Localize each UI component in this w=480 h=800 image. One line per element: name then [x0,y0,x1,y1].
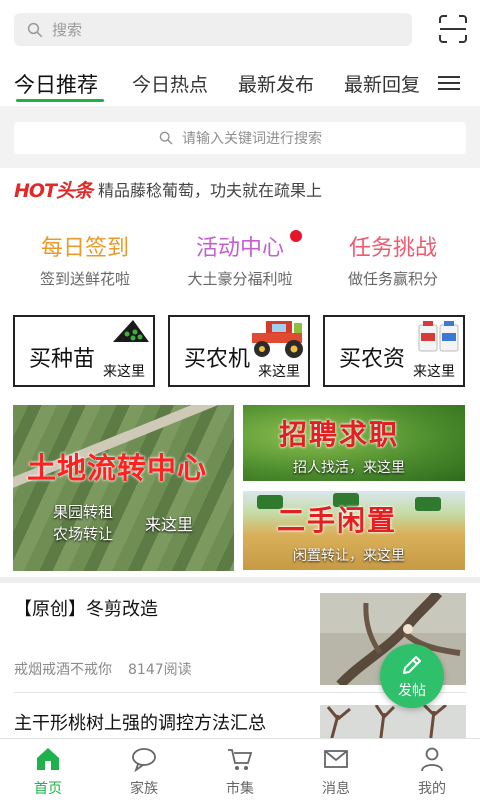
job-banner[interactable]: 招聘求职 招人找活，来这里 [243,405,465,481]
bottom-nav: 首页 家族 市集 消息 我的 [0,738,480,800]
buy-supplies-card[interactable]: 买农资 来这里 [323,315,465,387]
notification-dot [290,230,302,242]
feature-daily-checkin[interactable]: 每日签到 签到送鲜花啦 [10,230,160,289]
feature-title: 每日签到 [40,236,129,261]
banner-cta: 来这里 [145,515,194,534]
fab-label: 发帖 [398,683,426,699]
banner-title: 招聘求职 [279,418,400,451]
card-title: 买种苗 [29,347,96,372]
hot-headline[interactable]: HOT头条 精品藤稔葡萄，功夫就在疏果上 [14,176,322,202]
nav-label: 市集 [226,781,254,797]
seedling-icon [113,320,149,342]
nav-label: 家族 [130,781,158,797]
banner-subtitle: 招人找活，来这里 [293,460,405,476]
nav-label: 首页 [34,781,62,797]
feature-task-challenge[interactable]: 任务挑战 做任务赢积分 [318,230,468,289]
nav-mine[interactable]: 我的 [384,739,480,800]
tractor-icon [252,321,303,358]
active-tab-indicator [16,99,104,102]
tab-latest-reply[interactable]: 最新回复 [344,70,420,97]
article-thumbnail [320,705,466,738]
feature-subtitle: 签到送鲜花啦 [39,270,130,288]
menu-icon[interactable] [436,72,462,94]
keyword-search-band: 请输入关键词进行搜索 [0,106,480,168]
tab-today-hot[interactable]: 今日热点 [132,70,208,97]
article-title: 主干形桃树上强的调控方法汇总 [14,713,266,734]
mail-icon [324,750,348,768]
article-author: 戒烟戒酒不戒你 [14,662,112,678]
feature-subtitle: 做任务赢积分 [347,270,438,288]
second-hand-banner[interactable]: 二手闲置 闲置转让，来这里 [243,491,465,570]
card-subtitle: 来这里 [103,364,145,380]
card-title: 买农机 [184,347,251,372]
pencil-icon [403,656,421,674]
buy-seedlings-card[interactable]: 买种苗 来这里 [13,315,155,387]
category-tabs: 今日推荐 今日热点 最新发布 最新回复 [0,60,480,106]
tab-today-recommend[interactable]: 今日推荐 [14,69,98,99]
tractor-shape [415,497,441,511]
keyword-search-placeholder: 请输入关键词进行搜索 [182,131,322,147]
card-title: 买农资 [339,347,406,372]
search-icon [27,22,43,37]
banner-line: 果园转租 [53,503,114,521]
tab-latest-post[interactable]: 最新发布 [238,70,314,97]
home-icon [37,748,59,770]
nav-label: 我的 [418,781,446,797]
top-bar: 搜索 [0,0,480,60]
article-reads: 8147阅读 [128,662,192,678]
keyword-search-input[interactable]: 请输入关键词进行搜索 [14,122,466,154]
app-screen: 搜索 今日推荐 今日热点 最新发布 最新回复 请输入关键词进行搜索 HOT头条 … [0,0,480,800]
search-placeholder: 搜索 [52,21,83,39]
hot-headline-text: 精品藤稔葡萄，功夫就在疏果上 [98,181,323,200]
buy-machinery-card[interactable]: 买农机 来这里 [168,315,310,387]
nav-label: 消息 [322,781,350,797]
banner-lines: 果园转租 农场转让 [53,501,113,545]
post-fab-button[interactable]: 发帖 [380,644,444,708]
scan-icon[interactable] [438,14,468,44]
hot-tag: HOT头条 [14,179,93,202]
banner-line: 农场转让 [53,525,114,543]
article-title: 【原创】冬剪改造 [14,599,158,620]
peach-orchard-image [320,705,466,738]
nav-market[interactable]: 市集 [192,739,288,800]
banner-title: 土地流转中心 [27,451,208,485]
card-subtitle: 来这里 [258,364,300,380]
card-subtitle: 来这里 [413,364,455,380]
nav-home[interactable]: 首页 [0,739,96,800]
nav-family[interactable]: 家族 [96,739,192,800]
banner-subtitle: 闲置转让，来这里 [293,548,405,564]
nav-messages[interactable]: 消息 [288,739,384,800]
search-icon [159,131,173,145]
chat-icon [132,748,156,772]
cart-icon [228,749,253,770]
banner-title: 二手闲置 [277,504,398,537]
article-meta: 戒烟戒酒不戒你 8147阅读 [14,659,192,679]
land-transfer-banner[interactable]: 土地流转中心 果园转租 农场转让 来这里 [13,405,234,571]
search-bar[interactable]: 搜索 [14,13,412,46]
user-icon [421,747,443,772]
fertilizer-bottle-icon [418,321,459,352]
feature-title: 任务挑战 [348,236,437,261]
feature-subtitle: 大土豪分福利啦 [187,270,293,288]
